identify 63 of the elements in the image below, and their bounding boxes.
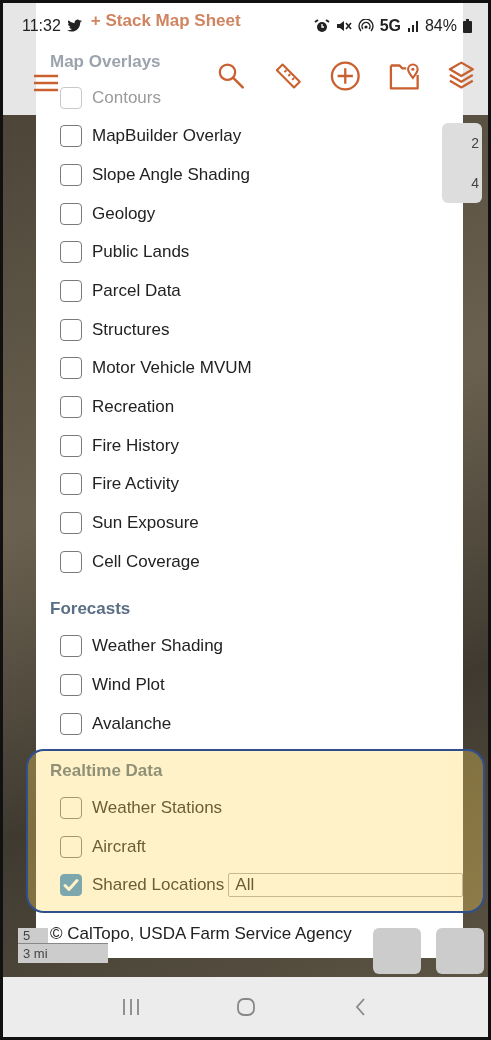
layer-label[interactable]: Weather Stations	[92, 798, 223, 819]
checkbox[interactable]	[60, 797, 82, 820]
checkbox[interactable]	[60, 241, 82, 264]
section-heading: Map Overlays	[50, 51, 161, 73]
layers-icon[interactable]	[447, 60, 476, 92]
mute-icon	[335, 19, 352, 33]
layer-label[interactable]: Fire History	[92, 435, 179, 456]
attribution-text: © CalTopo, USDA Farm Service Agency	[50, 922, 352, 945]
map-control-label: 2	[471, 135, 479, 151]
bird-icon	[66, 19, 83, 33]
checkbox[interactable]	[60, 434, 82, 457]
checkbox[interactable]	[60, 125, 82, 148]
section-heading: Realtime Data	[50, 759, 163, 782]
layer-label[interactable]: Fire Activity	[92, 474, 179, 495]
checkbox[interactable]	[60, 550, 82, 573]
search-icon[interactable]	[217, 61, 246, 91]
ruler-icon[interactable]	[273, 61, 303, 91]
alarm-icon	[313, 19, 330, 33]
checkbox[interactable]	[60, 395, 82, 418]
layer-label[interactable]: Parcel Data	[92, 280, 181, 301]
checkbox[interactable]	[60, 164, 82, 186]
layer-label[interactable]: Aircraft	[92, 836, 146, 857]
checkbox[interactable]	[60, 318, 82, 341]
checkbox[interactable]	[60, 635, 82, 658]
layer-label[interactable]: Avalanche	[92, 713, 172, 734]
section-heading: Forecasts	[50, 597, 131, 620]
map-control[interactable]: 2 4	[442, 123, 482, 203]
home-icon[interactable]	[234, 996, 257, 1018]
layer-label[interactable]: Sun Exposure	[92, 512, 199, 533]
scale-label: 3 mi	[18, 943, 108, 963]
layer-label[interactable]: Structures	[92, 319, 170, 340]
checkbox[interactable]	[60, 712, 82, 735]
checkbox[interactable]	[60, 473, 82, 496]
hotspot-icon	[357, 19, 374, 33]
network-label: 5G	[379, 17, 401, 35]
layer-label[interactable]: Public Lands	[92, 242, 190, 263]
checkbox[interactable]	[60, 279, 82, 302]
checkbox[interactable]	[60, 357, 82, 380]
checkbox[interactable]	[60, 87, 82, 109]
checkbox[interactable]	[60, 202, 82, 225]
add-circle-icon[interactable]	[330, 60, 361, 92]
layer-label[interactable]: Geology	[92, 203, 156, 224]
checkbox[interactable]	[60, 835, 82, 858]
folder-pin-icon[interactable]	[388, 61, 420, 91]
layer-label[interactable]: Weather Shading	[92, 636, 224, 657]
layer-label[interactable]: MapBuilder Overlay	[92, 126, 242, 147]
status-time: 11:32	[22, 17, 61, 35]
layer-label[interactable]: Recreation	[92, 396, 175, 417]
checkbox[interactable]	[60, 511, 82, 534]
map-control-label: 4	[471, 175, 479, 191]
select-field[interactable]: All	[228, 873, 463, 898]
layer-label[interactable]: Wind Plot	[92, 674, 165, 695]
checkbox[interactable]	[60, 874, 82, 897]
battery-label: 84%	[424, 17, 457, 35]
layer-label[interactable]: Motor Vehicle MVUM	[92, 358, 252, 379]
scale-label: 5	[18, 928, 48, 943]
checkbox[interactable]	[60, 673, 82, 696]
battery-icon	[463, 19, 472, 33]
layer-label[interactable]: Shared Locations	[92, 875, 225, 896]
signal-icon	[406, 20, 419, 32]
menu-icon[interactable]	[33, 73, 59, 93]
layer-label[interactable]: Cell Coverage	[92, 551, 200, 572]
layer-label[interactable]: Slope Angle Shading	[92, 165, 250, 185]
